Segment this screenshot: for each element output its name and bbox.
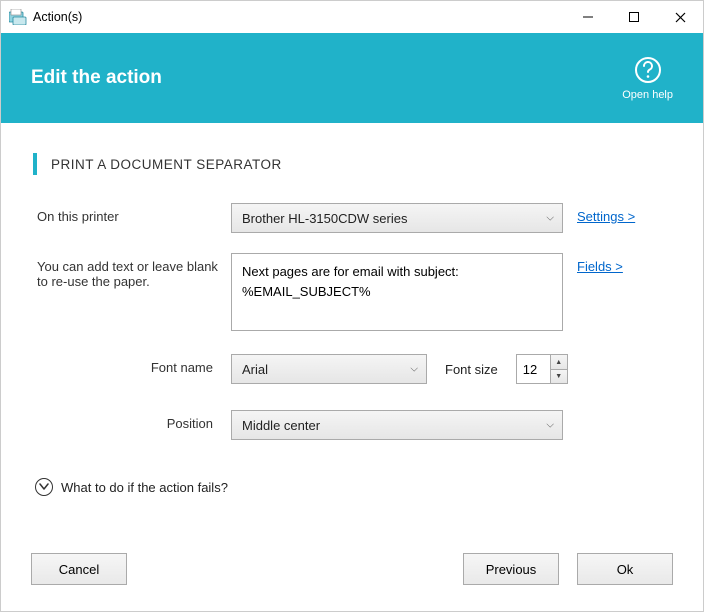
chevron-down-circle-icon	[35, 478, 53, 496]
font-name-value: Arial	[242, 362, 268, 377]
fail-action-label: What to do if the action fails?	[61, 480, 228, 495]
printer-label: On this printer	[33, 203, 231, 224]
printer-row: On this printer Brother HL-3150CDW serie…	[33, 203, 671, 233]
ok-button[interactable]: Ok	[577, 553, 673, 585]
settings-link[interactable]: Settings >	[577, 209, 635, 224]
position-select[interactable]: Middle center ⌵	[231, 410, 563, 440]
minimize-button[interactable]	[565, 1, 611, 33]
font-name-label: Font name	[33, 354, 231, 375]
chevron-down-icon: ⌵	[546, 213, 554, 224]
printer-select[interactable]: Brother HL-3150CDW series ⌵	[231, 203, 563, 233]
window-title: Action(s)	[33, 10, 565, 24]
text-row: You can add text or leave blank to re-us…	[33, 253, 671, 334]
fields-link[interactable]: Fields >	[577, 259, 623, 274]
font-size-label: Font size	[445, 362, 498, 377]
form-content: PRINT A DOCUMENT SEPARATOR On this print…	[1, 123, 703, 531]
section-title: PRINT A DOCUMENT SEPARATOR	[51, 157, 282, 172]
open-help-button[interactable]: Open help	[622, 56, 673, 101]
accent-bar	[33, 153, 37, 175]
header-banner: Edit the action Open help	[1, 33, 703, 123]
previous-button[interactable]: Previous	[463, 553, 559, 585]
chevron-down-icon: ⌵	[410, 364, 418, 375]
close-button[interactable]	[657, 1, 703, 33]
position-row: Position Middle center ⌵	[33, 410, 671, 440]
title-bar: Action(s)	[1, 1, 703, 33]
stepper-down-button[interactable]: ▼	[551, 369, 567, 383]
help-label: Open help	[622, 89, 673, 101]
font-name-select[interactable]: Arial ⌵	[231, 354, 427, 384]
footer: Cancel Previous Ok	[1, 531, 703, 611]
stepper: ▲ ▼	[550, 354, 568, 384]
position-value: Middle center	[242, 418, 320, 433]
separator-text-input[interactable]	[231, 253, 563, 331]
help-icon	[634, 56, 662, 87]
section-header: PRINT A DOCUMENT SEPARATOR	[33, 153, 671, 175]
action-editor-window: Action(s) Edit the action Open	[0, 0, 704, 612]
stepper-up-button[interactable]: ▲	[551, 355, 567, 369]
maximize-button[interactable]	[611, 1, 657, 33]
fail-action-expander[interactable]: What to do if the action fails?	[33, 478, 671, 496]
text-label: You can add text or leave blank to re-us…	[33, 253, 231, 289]
font-size-input[interactable]	[516, 354, 550, 384]
window-controls	[565, 1, 703, 33]
chevron-down-icon: ⌵	[546, 420, 554, 431]
app-icon	[9, 9, 27, 25]
cancel-button[interactable]: Cancel	[31, 553, 127, 585]
spacer	[127, 553, 463, 585]
font-row: Font name Arial ⌵ Font size ▲ ▼	[33, 354, 671, 384]
printer-select-value: Brother HL-3150CDW series	[242, 211, 407, 226]
position-label: Position	[33, 410, 231, 431]
font-size-stepper: ▲ ▼	[516, 354, 568, 384]
page-heading: Edit the action	[31, 67, 162, 89]
